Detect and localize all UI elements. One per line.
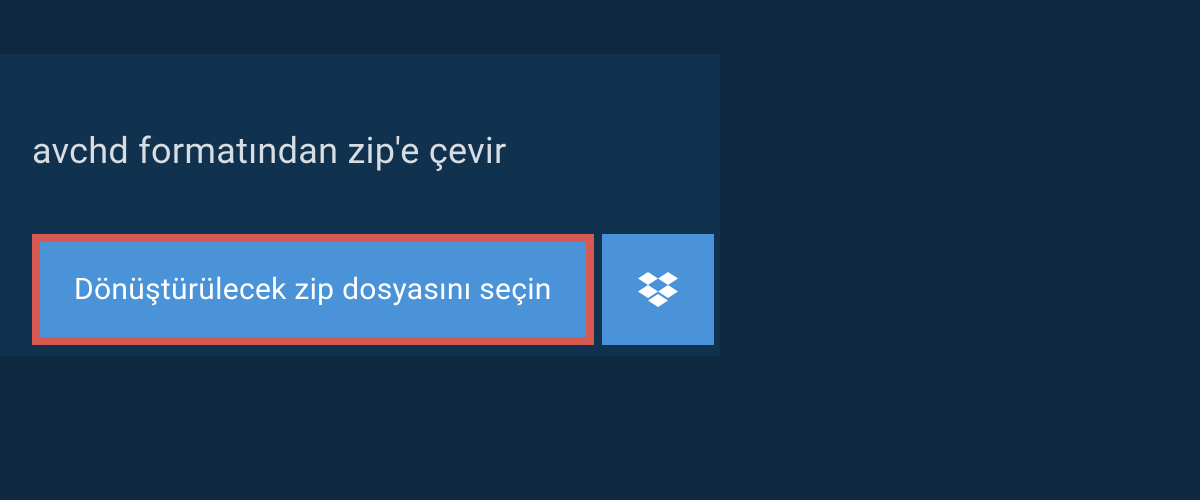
action-button-row: Dönüştürülecek zip dosyasını seçin [32,234,714,345]
select-file-button-label: Dönüştürülecek zip dosyasını seçin [74,272,552,307]
page-title: avchd formatından zip'e çevir [32,130,507,172]
select-file-button[interactable]: Dönüştürülecek zip dosyasını seçin [32,234,594,345]
dropbox-button[interactable] [602,234,714,345]
converter-panel: avchd formatından zip'e çevir Dönüştürül… [0,54,720,356]
dropbox-icon [638,272,678,308]
